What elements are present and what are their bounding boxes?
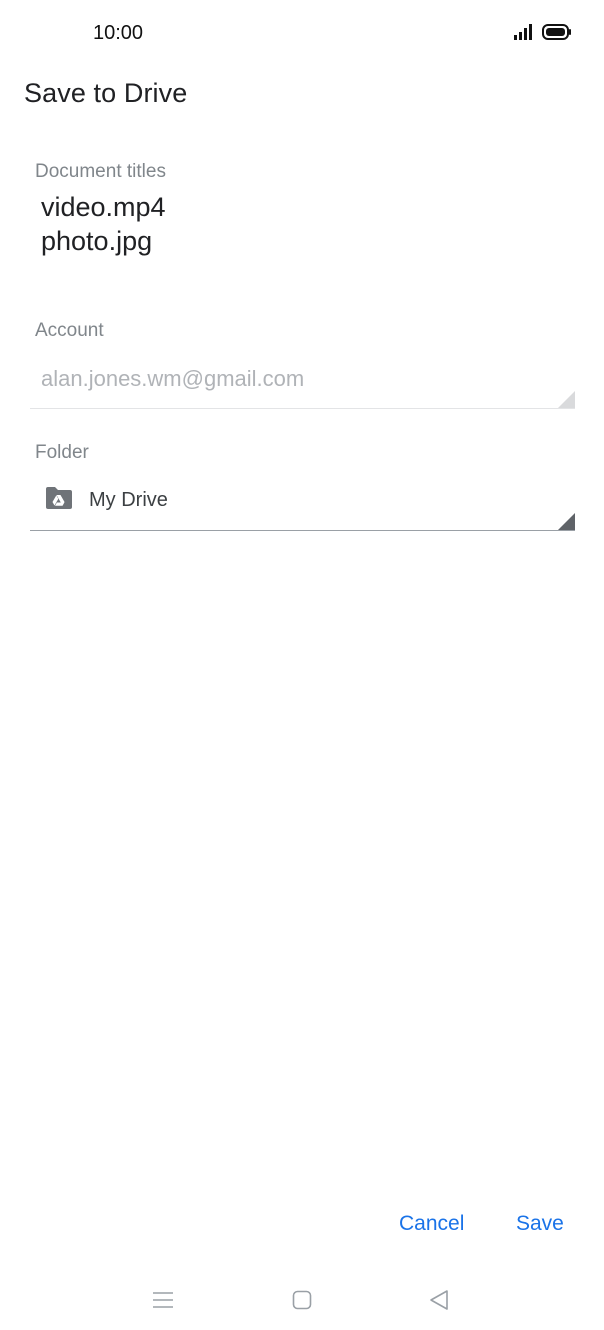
status-icons: [514, 24, 572, 45]
home-icon[interactable]: [288, 1286, 316, 1314]
status-bar: 10:00: [0, 0, 604, 70]
folder-name: My Drive: [89, 489, 168, 511]
page-title: Save to Drive: [24, 78, 188, 108]
document-titles-list[interactable]: video.mp4 photo.jpg: [41, 190, 166, 258]
folder-label: Folder: [35, 442, 89, 463]
navigation-bar: [0, 1270, 604, 1330]
save-button[interactable]: Save: [510, 1208, 570, 1240]
status-time: 10:00: [93, 22, 144, 44]
folder-underline: [30, 530, 575, 531]
account-dropdown-indicator-icon[interactable]: [558, 391, 575, 408]
folder-dropdown-indicator-icon[interactable]: [558, 513, 575, 530]
cancel-button[interactable]: Cancel: [393, 1208, 470, 1240]
drive-folder-icon: [44, 486, 73, 515]
signal-icon: [514, 24, 534, 45]
folder-select[interactable]: My Drive: [44, 486, 168, 515]
account-label: Account: [35, 320, 104, 341]
account-underline: [30, 408, 575, 409]
battery-icon: [542, 24, 572, 45]
menu-icon[interactable]: [149, 1286, 177, 1314]
back-icon[interactable]: [425, 1286, 453, 1314]
document-titles-label: Document titles: [35, 161, 166, 182]
document-title-item[interactable]: video.mp4: [41, 190, 166, 224]
account-select[interactable]: alan.jones.wm@gmail.com: [41, 366, 304, 392]
document-title-item[interactable]: photo.jpg: [41, 224, 166, 258]
